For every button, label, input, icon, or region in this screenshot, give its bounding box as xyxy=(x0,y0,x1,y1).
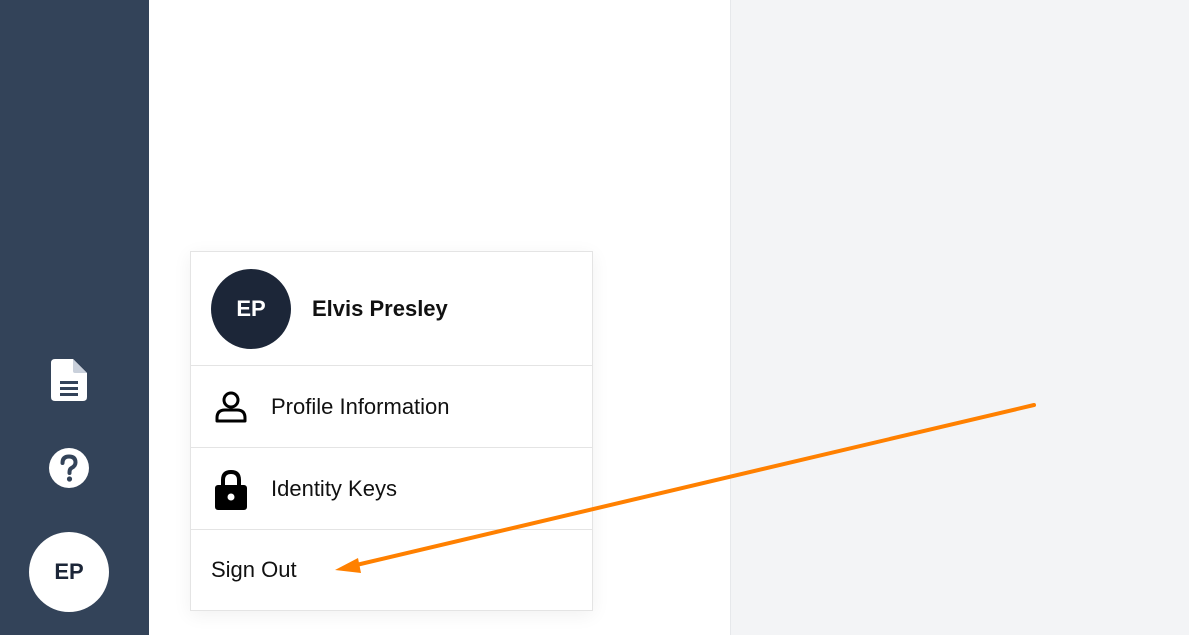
help-icon-graphic xyxy=(49,448,89,488)
user-menu-header: EP Elvis Presley xyxy=(191,252,592,366)
avatar-initials: EP xyxy=(236,295,266,321)
document-icon[interactable] xyxy=(49,358,89,402)
menu-item-label: Profile Information xyxy=(271,393,450,419)
sidebar-avatar-initials: EP xyxy=(54,559,84,584)
sign-out-button[interactable]: Sign Out xyxy=(191,530,592,610)
user-menu: EP Elvis Presley Profile Information Ide… xyxy=(190,251,593,611)
avatar: EP xyxy=(211,268,291,349)
menu-item-label: Identity Keys xyxy=(271,475,397,501)
sidebar: EP xyxy=(0,0,149,635)
sidebar-avatar[interactable]: EP xyxy=(29,532,109,612)
lock-icon xyxy=(211,469,251,510)
menu-item-identity-keys[interactable]: Identity Keys xyxy=(191,448,592,530)
sign-out-label: Sign Out xyxy=(211,557,297,582)
right-panel xyxy=(730,0,1189,635)
menu-item-profile-information[interactable]: Profile Information xyxy=(191,366,592,448)
user-name: Elvis Presley xyxy=(312,295,448,321)
person-icon xyxy=(211,387,251,427)
help-icon[interactable] xyxy=(47,446,91,490)
document-icon-graphic xyxy=(51,359,87,401)
